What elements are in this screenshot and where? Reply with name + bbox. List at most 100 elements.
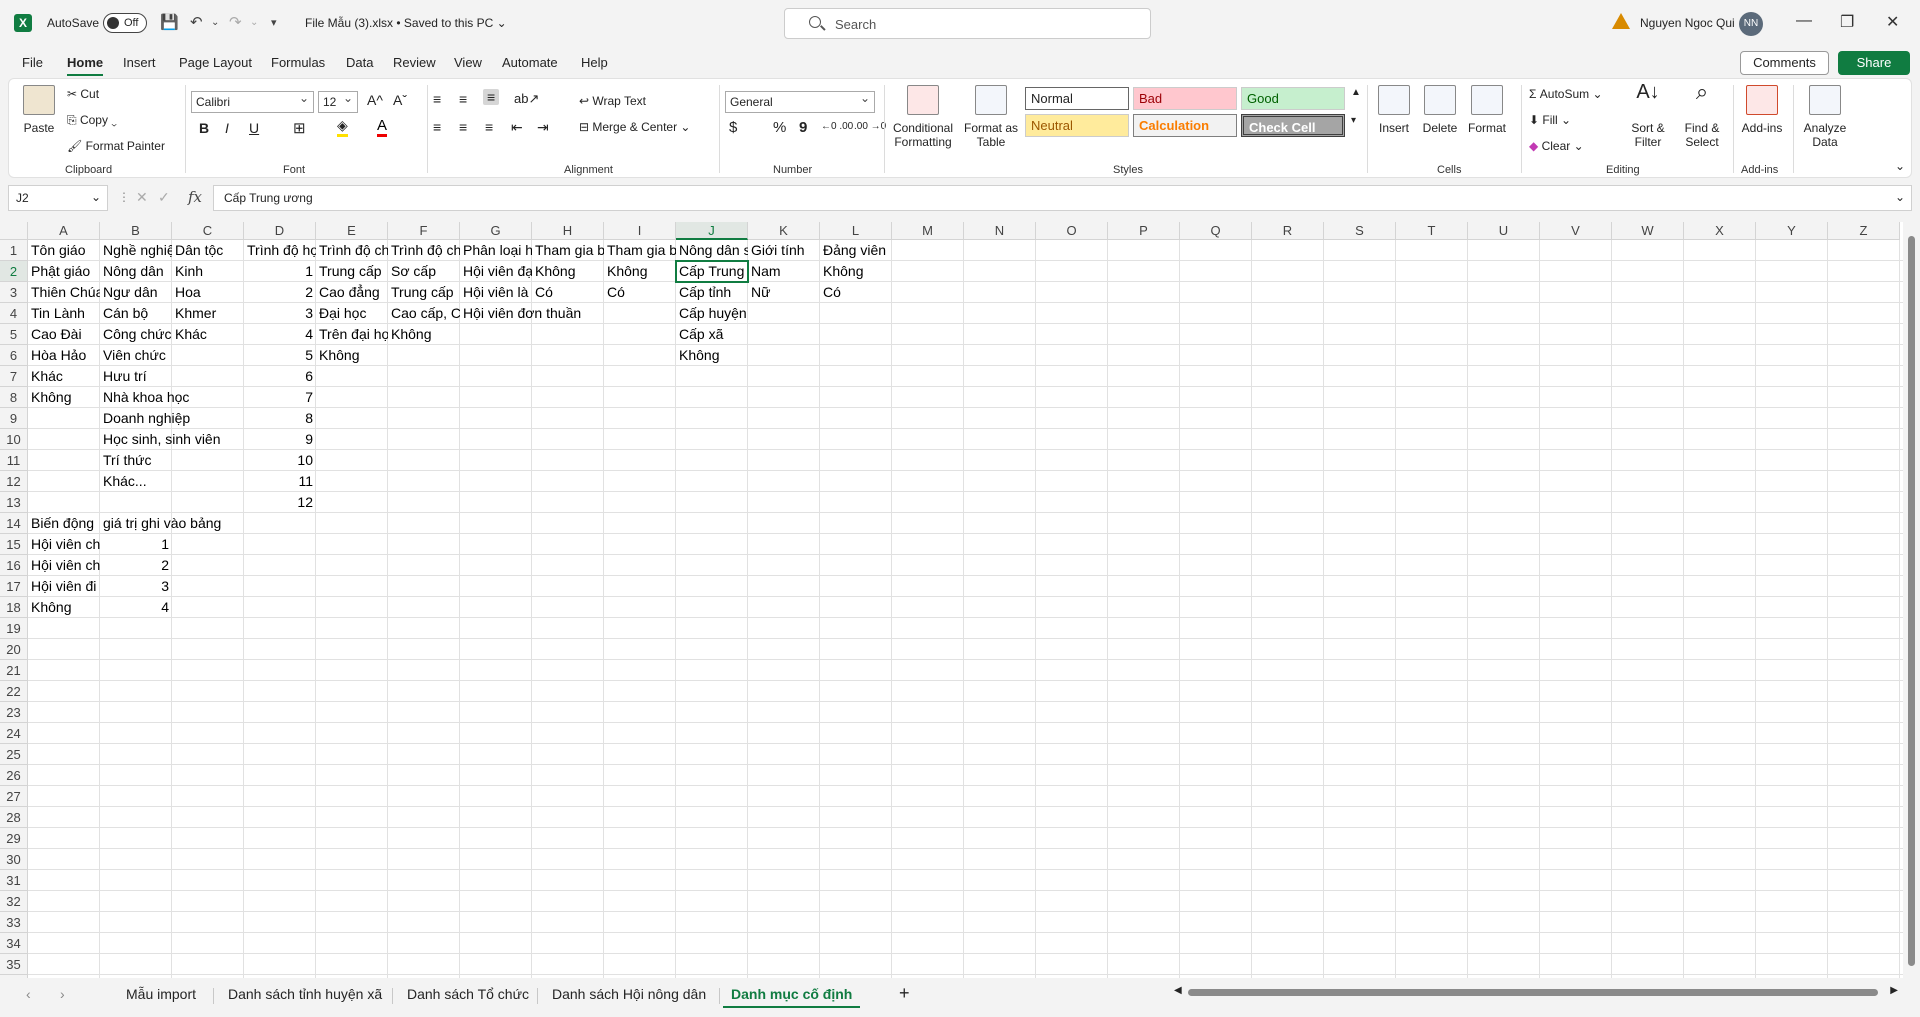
cell-i2[interactable]: Không <box>604 261 676 282</box>
increase-font-icon[interactable]: A^ <box>367 92 383 108</box>
cell-b1[interactable]: Nghề nghiệ <box>100 240 172 261</box>
percent-button[interactable]: % <box>773 119 786 136</box>
autosave-toggle[interactable]: Off <box>103 13 147 33</box>
cell-e4[interactable]: Đại học <box>316 303 388 324</box>
cell-g2[interactable]: Hội viên đạ <box>460 261 532 282</box>
row-header-9[interactable]: 9 <box>0 408 28 429</box>
increase-decimal-icon[interactable]: ←0 .00 <box>821 121 853 132</box>
user-name[interactable]: Nguyen Ngoc Qui <box>1640 16 1735 30</box>
column-header-c[interactable]: C <box>172 222 244 240</box>
cell-c5[interactable]: Khác <box>172 324 244 345</box>
enter-icon[interactable]: ✓ <box>158 189 170 206</box>
row-header-23[interactable]: 23 <box>0 702 28 723</box>
merge-center-button[interactable]: ⊟ Merge & Center ⌄ <box>579 120 690 134</box>
align-middle-icon[interactable]: ≡ <box>459 91 467 107</box>
font-color-icon[interactable]: A <box>377 117 388 137</box>
cell-a15[interactable]: Hội viên ch <box>28 534 100 555</box>
cell-a5[interactable]: Cao Đài <box>28 324 100 345</box>
row-header-10[interactable]: 10 <box>0 429 28 450</box>
row-header-30[interactable]: 30 <box>0 849 28 870</box>
cell-f1[interactable]: Trình độ ch <box>388 240 460 261</box>
cell-b11[interactable]: Trí thức <box>100 450 244 471</box>
column-header-x[interactable]: X <box>1684 222 1756 240</box>
font-size-select[interactable]: 12 <box>318 91 358 113</box>
addins-button[interactable]: Add-ins <box>1737 85 1787 135</box>
scroll-left-icon[interactable]: ◀ <box>1174 985 1182 996</box>
cell-d3[interactable]: 2 <box>244 282 316 303</box>
cell-a2[interactable]: Phật giáo <box>28 261 100 282</box>
cell-g4[interactable]: Hội viên đơn thuần <box>460 303 676 324</box>
column-header-r[interactable]: R <box>1252 222 1324 240</box>
cell-i1[interactable]: Tham gia b <box>604 240 676 261</box>
cell-a16[interactable]: Hội viên ch <box>28 555 100 576</box>
cell-a14[interactable]: Biến động <box>28 513 100 534</box>
fill-color-icon[interactable]: ◈ <box>337 117 348 137</box>
cell-a8[interactable]: Không <box>28 387 100 408</box>
row-header-36[interactable]: 36 <box>0 975 28 978</box>
orientation-icon[interactable]: ab↗ <box>514 91 539 107</box>
comma-style-button[interactable]: 9 <box>799 119 807 136</box>
row-header-11[interactable]: 11 <box>0 450 28 471</box>
insert-function-icon[interactable]: fx <box>188 188 202 206</box>
redo-dropdown-icon[interactable]: ⌄ <box>250 17 258 28</box>
increase-indent-icon[interactable]: ⇥ <box>537 119 549 136</box>
currency-button[interactable]: $ <box>729 119 737 136</box>
style-calculation[interactable]: Calculation <box>1133 114 1237 137</box>
collapse-ribbon-icon[interactable]: ⌄ <box>1895 159 1905 173</box>
column-header-v[interactable]: V <box>1540 222 1612 240</box>
font-name-select[interactable]: Calibri <box>191 91 314 113</box>
cell-d11[interactable]: 10 <box>244 450 316 471</box>
column-header-q[interactable]: Q <box>1180 222 1252 240</box>
cell-c4[interactable]: Khmer <box>172 303 244 324</box>
cell-b10[interactable]: Học sinh, sinh viên <box>100 429 244 450</box>
cell-a18[interactable]: Không <box>28 597 100 618</box>
prev-sheet-icon[interactable]: ‹ <box>26 986 31 1002</box>
insert-cells-button[interactable]: Insert <box>1373 85 1415 135</box>
row-header-24[interactable]: 24 <box>0 723 28 744</box>
align-center-icon[interactable]: ≡ <box>459 119 467 135</box>
row-header-34[interactable]: 34 <box>0 933 28 954</box>
cell-b9[interactable]: Doanh nghiệp <box>100 408 244 429</box>
row-header-18[interactable]: 18 <box>0 597 28 618</box>
tab-page-layout[interactable]: Page Layout <box>179 55 252 70</box>
column-header-w[interactable]: W <box>1612 222 1684 240</box>
column-header-m[interactable]: M <box>892 222 964 240</box>
cancel-icon[interactable]: ✕ <box>136 189 148 206</box>
cell-f5[interactable]: Không <box>388 324 604 345</box>
column-header-p[interactable]: P <box>1108 222 1180 240</box>
align-top-icon[interactable]: ≡ <box>433 91 441 107</box>
styles-more-icon[interactable]: ▾ <box>1351 115 1356 126</box>
row-header-25[interactable]: 25 <box>0 744 28 765</box>
cell-k1[interactable]: Giới tính <box>748 240 820 261</box>
cell-d1[interactable]: Trình độ họ <box>244 240 316 261</box>
cell-j4[interactable]: Cấp huyện <box>676 303 892 324</box>
sheet-tab-danh-sach-tinh-huyen-xa[interactable]: Danh sách tỉnh huyện xã <box>228 986 382 1002</box>
find-select-button[interactable]: ⌕ Find & Select <box>1677 81 1727 150</box>
cell-e6[interactable]: Không <box>316 345 532 366</box>
column-header-s[interactable]: S <box>1324 222 1396 240</box>
name-box[interactable]: J2 ⌄ <box>8 185 108 211</box>
cell-k3[interactable]: Nữ <box>748 282 820 303</box>
cell-a7[interactable]: Khác <box>28 366 100 387</box>
select-all-corner[interactable] <box>0 222 28 240</box>
align-left-icon[interactable]: ≡ <box>433 119 441 135</box>
row-header-22[interactable]: 22 <box>0 681 28 702</box>
column-header-d[interactable]: D <box>244 222 316 240</box>
undo-dropdown-icon[interactable]: ⌄ <box>211 17 219 28</box>
row-header-32[interactable]: 32 <box>0 891 28 912</box>
row-header-2[interactable]: 2 <box>0 261 28 282</box>
row-header-13[interactable]: 13 <box>0 492 28 513</box>
cell-b16[interactable]: 2 <box>100 555 172 576</box>
tab-insert[interactable]: Insert <box>123 55 156 70</box>
cell-e5[interactable]: Trên đại họ <box>316 324 388 345</box>
cell-l2[interactable]: Không <box>820 261 1036 282</box>
row-header-12[interactable]: 12 <box>0 471 28 492</box>
cell-d12[interactable]: 11 <box>244 471 316 492</box>
cell-l3[interactable]: Có <box>820 282 1036 303</box>
paste-button[interactable]: Paste <box>19 85 59 135</box>
spreadsheet-grid[interactable]: A B C D E F G H I J K L M N O P Q R S T U V W X Y Z 1 2 3 4 5 6 7 8 9 10 11 1… <box>0 222 1904 978</box>
row-header-15[interactable]: 15 <box>0 534 28 555</box>
cell-b14[interactable]: giá trị ghi vào bảng <box>100 513 316 534</box>
cell-b4[interactable]: Cán bộ <box>100 303 172 324</box>
styles-scroll-up-icon[interactable]: ▲ <box>1351 87 1361 98</box>
